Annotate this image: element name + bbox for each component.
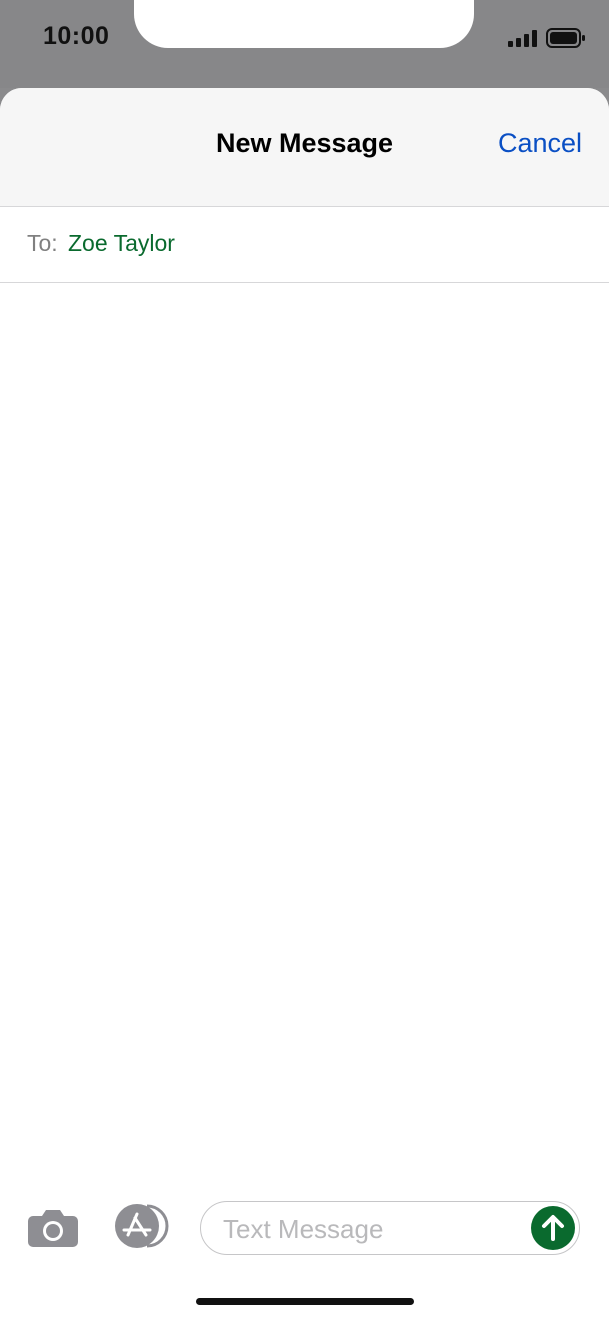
arrow-up-icon [542,1215,564,1241]
message-input[interactable] [221,1212,525,1246]
status-bar: 10:00 [0,0,609,88]
battery-full-icon [546,28,586,53]
status-time: 10:00 [43,22,110,50]
send-button[interactable] [531,1206,575,1250]
cancel-button[interactable]: Cancel [498,128,582,159]
home-indicator[interactable] [196,1298,414,1305]
camera-icon[interactable] [27,1208,79,1253]
recipient-row[interactable]: To: Zoe Taylor [0,207,609,283]
to-label: To: [27,230,58,256]
new-message-sheet: New Message Cancel To: Zoe Taylor [0,88,609,1320]
message-input-field[interactable] [200,1201,580,1255]
cellular-signal-icon [508,29,538,52]
navigation-bar: New Message Cancel [0,88,609,207]
recipient-name[interactable]: Zoe Taylor [68,230,175,257]
notch [134,0,474,48]
app-store-icon[interactable] [113,1204,173,1253]
